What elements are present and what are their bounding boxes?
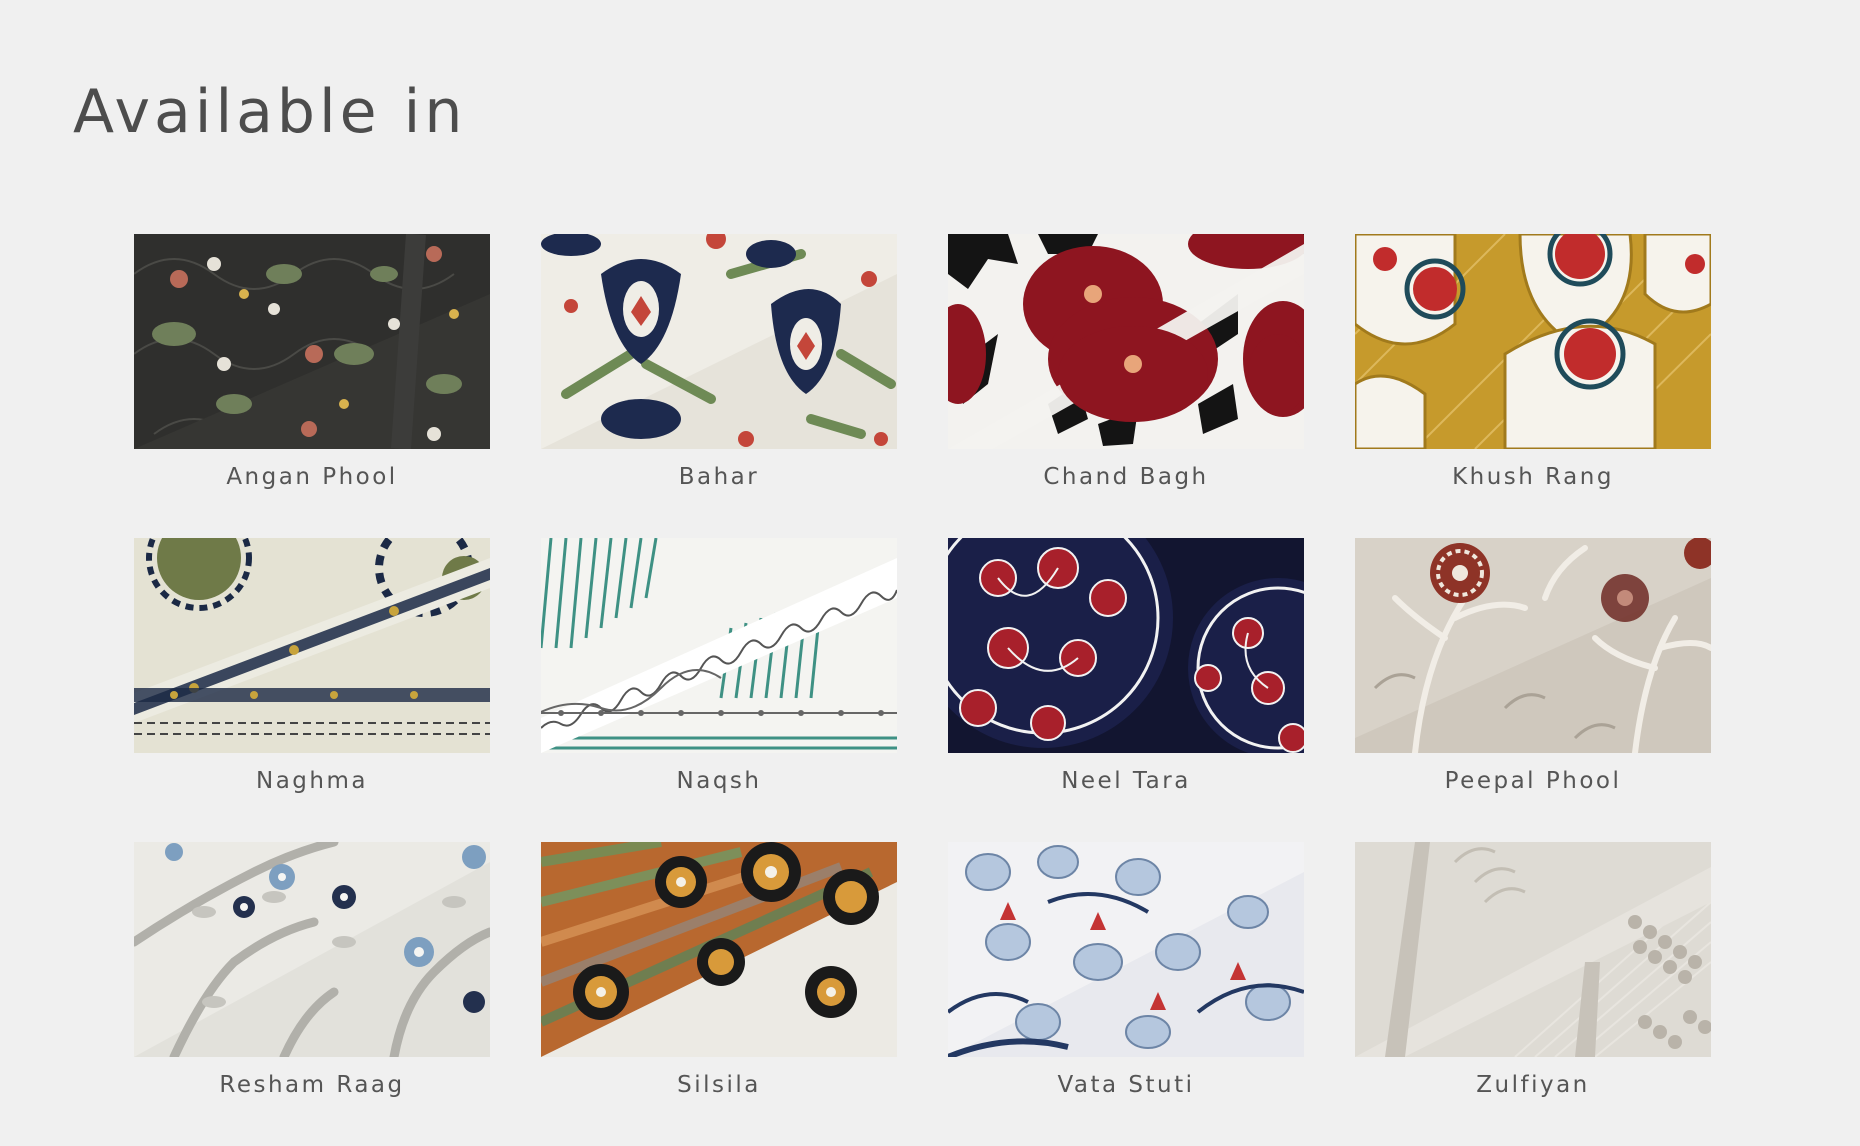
khush-rang-swatch-image [1355,234,1711,449]
pattern-name: Naqsh [676,768,762,794]
pattern-card-khush-rang[interactable]: Khush Rang [1355,234,1711,538]
naqsh-swatch-image [541,538,897,753]
pattern-card-neel-tara[interactable]: Neel Tara [948,538,1304,842]
neel-tara-swatch-image [948,538,1304,753]
pattern-name: Khush Rang [1452,464,1614,490]
chand-bagh-swatch-image [948,234,1304,449]
vata-stuti-swatch-image [948,842,1304,1057]
pattern-card-bahar[interactable]: Bahar [541,234,897,538]
silsila-swatch-image [541,842,897,1057]
pattern-card-silsila[interactable]: Silsila [541,842,897,1146]
pattern-card-naqsh[interactable]: Naqsh [541,538,897,842]
pattern-card-chand-bagh[interactable]: Chand Bagh [948,234,1304,538]
pattern-name: Naghma [256,768,368,794]
pattern-name: Peepal Phool [1444,768,1622,794]
bahar-swatch-image [541,234,897,449]
zulfiyan-swatch-image [1355,842,1711,1057]
pattern-card-peepal-phool[interactable]: Peepal Phool [1355,538,1711,842]
pattern-name: Zulfiyan [1476,1072,1590,1098]
pattern-card-resham-raag[interactable]: Resham Raag [134,842,490,1146]
pattern-name: Angan Phool [226,464,398,490]
pattern-name: Chand Bagh [1043,464,1209,490]
naghma-swatch-image [134,538,490,753]
pattern-name: Neel Tara [1061,768,1191,794]
pattern-grid: Angan Phool Bahar Chand Bagh Khush Rang … [134,234,1714,1146]
pattern-card-naghma[interactable]: Naghma [134,538,490,842]
angan-phool-swatch-image [134,234,490,449]
pattern-card-vata-stuti[interactable]: Vata Stuti [948,842,1304,1146]
peepal-phool-swatch-image [1355,538,1711,753]
page-title: Available in [73,77,467,147]
pattern-name: Resham Raag [219,1072,405,1098]
pattern-name: Bahar [678,464,760,490]
resham-raag-swatch-image [134,842,490,1057]
pattern-name: Silsila [677,1072,761,1098]
pattern-name: Vata Stuti [1057,1072,1195,1098]
pattern-card-angan-phool[interactable]: Angan Phool [134,234,490,538]
pattern-card-zulfiyan[interactable]: Zulfiyan [1355,842,1711,1146]
